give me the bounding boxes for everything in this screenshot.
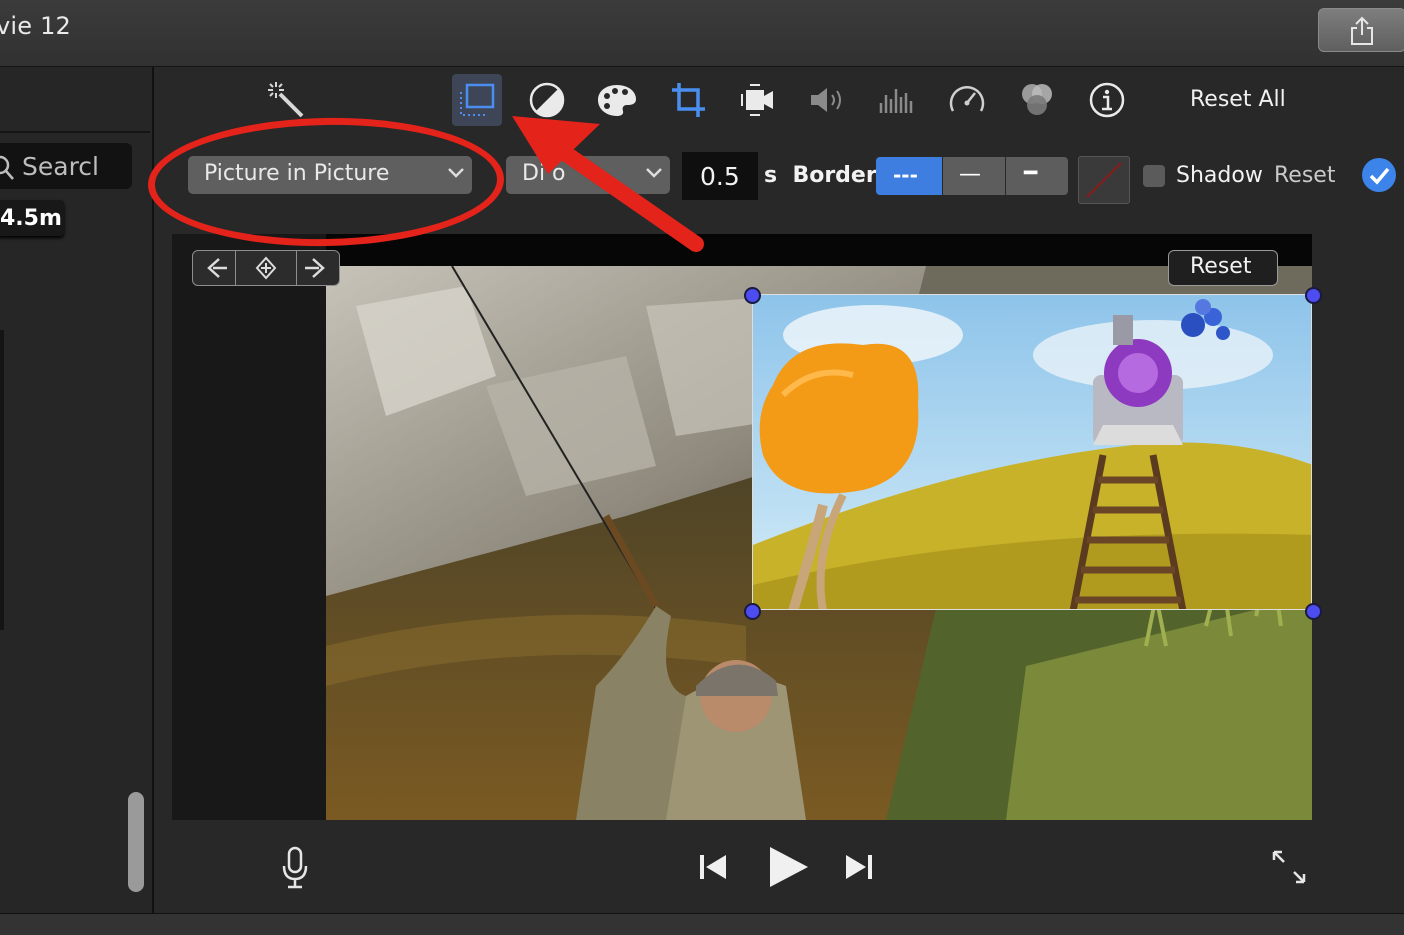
annotation-arrow: [512, 116, 704, 252]
apply-button[interactable]: [1362, 158, 1396, 192]
pip-resize-handle-bottom-left[interactable]: [744, 603, 761, 620]
pip-resize-handle-top-right[interactable]: [1305, 287, 1322, 304]
reset-button[interactable]: Reset: [1274, 163, 1335, 188]
title-bar: [0, 0, 1404, 67]
sidebar-header: [0, 67, 150, 133]
shadow-checkbox[interactable]: [1143, 165, 1165, 187]
noise-reduction-button[interactable]: [875, 78, 919, 122]
volume-button[interactable]: [806, 78, 850, 122]
pip-resize-handle-top-left[interactable]: [744, 287, 761, 304]
sidebar-divider: [0, 330, 4, 630]
checkmark-icon: [1369, 167, 1390, 185]
library-sidebar: [0, 67, 154, 913]
stabilization-button[interactable]: [736, 78, 780, 122]
next-keyframe-button[interactable]: [297, 251, 339, 285]
skip-forward-icon[interactable]: [844, 852, 874, 882]
magic-wand-icon: [268, 82, 304, 118]
keyframe-controls: [192, 250, 340, 286]
clip-filter-button[interactable]: [1015, 78, 1059, 122]
skip-back-icon[interactable]: [698, 852, 728, 882]
border-label-text: Border:: [792, 163, 886, 188]
search-placeholder: Searcl: [22, 152, 99, 181]
magic-wand-button[interactable]: [264, 78, 308, 122]
pip-resize-handle-bottom-right[interactable]: [1305, 603, 1322, 620]
border-dashed-option[interactable]: ---: [876, 157, 942, 195]
fullscreen-icon[interactable]: [1270, 848, 1308, 886]
cartoon-train-image: [753, 295, 1311, 609]
shadow-label: Shadow: [1176, 163, 1263, 188]
letterbox-band: [326, 234, 1312, 266]
equalizer-icon: [879, 89, 913, 113]
next-keyframe-icon: [305, 258, 325, 278]
video-overlay-icon: [460, 83, 495, 116]
microphone-icon[interactable]: [280, 846, 310, 890]
speedometer-icon: [949, 86, 985, 112]
border-thin-option[interactable]: —: [943, 157, 1005, 195]
no-color-icon: [1086, 162, 1122, 198]
window-title: vie 12: [0, 12, 72, 40]
info-icon: [1089, 82, 1125, 118]
border-label: s Border:: [764, 163, 886, 188]
share-icon: [1351, 16, 1373, 45]
border-thick-option[interactable]: ━: [1006, 157, 1068, 195]
pip-video-frame[interactable]: [752, 294, 1312, 610]
border-thick-label: ━: [1024, 161, 1038, 186]
play-icon[interactable]: [766, 845, 810, 889]
speed-button[interactable]: [945, 78, 989, 122]
sidebar-scrollbar[interactable]: [128, 792, 144, 892]
border-dashed-label: ---: [893, 163, 918, 187]
camera-shake-icon: [741, 84, 773, 116]
filter-circles-icon: [1022, 84, 1052, 115]
info-button[interactable]: [1085, 78, 1129, 122]
search-icon: [0, 155, 14, 180]
duration-badge-label: 4.5m: [0, 206, 62, 231]
previous-keyframe-icon: [207, 258, 227, 278]
add-keyframe-icon: [255, 256, 277, 280]
pip-reset-label: Reset: [1190, 254, 1252, 279]
speaker-icon: [811, 88, 841, 112]
share-button[interactable]: [1318, 8, 1404, 52]
previous-keyframe-button[interactable]: [193, 251, 236, 285]
border-color-well[interactable]: [1078, 156, 1130, 204]
timeline-strip: [0, 913, 1404, 935]
video-overlay-button[interactable]: [452, 74, 502, 126]
add-keyframe-button[interactable]: [236, 251, 297, 285]
duration-unit: s: [764, 163, 778, 188]
border-thin-label: —: [959, 162, 981, 187]
reset-all-button[interactable]: Reset All: [1190, 87, 1286, 112]
